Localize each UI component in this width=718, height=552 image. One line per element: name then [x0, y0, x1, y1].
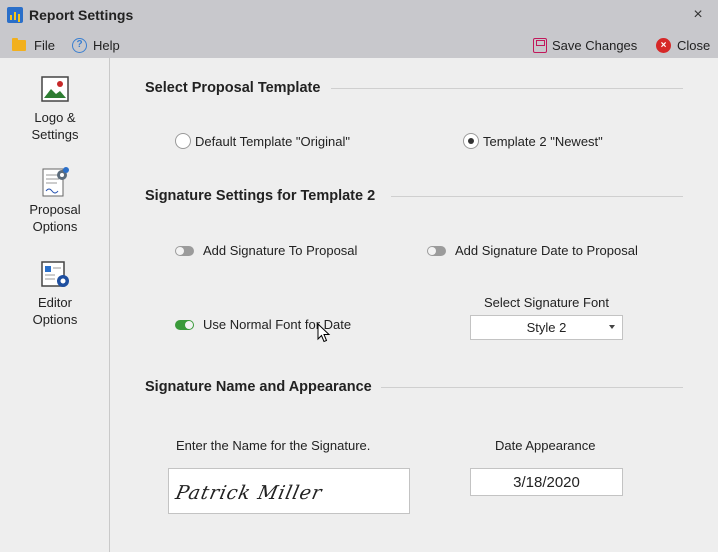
signature-font-select[interactable]: Style 2 [470, 315, 623, 340]
toggle-label: Add Signature Date to Proposal [455, 243, 638, 258]
sidebar-item-label: Options [32, 219, 78, 234]
signature-preview: Patrick Miller [173, 481, 326, 504]
window-title: Report Settings [29, 7, 134, 23]
sidebar: Logo & Settings Proposal Options Editor … [0, 58, 110, 552]
close-icon: × [656, 37, 671, 53]
folder-icon [12, 37, 26, 51]
sidebar-item-editor-options[interactable]: Editor Options [0, 258, 110, 330]
date-appearance-value: 3/18/2020 [513, 473, 580, 491]
close-label: Close [677, 37, 711, 53]
toggle-switch[interactable] [175, 245, 194, 256]
signature-name-caption: Enter the Name for the Signature. [176, 438, 371, 453]
sidebar-item-label: Logo & [34, 110, 76, 125]
toggle-label: Use Normal Font for Date [203, 317, 352, 332]
window-close-button[interactable]: × [688, 4, 708, 26]
section-divider [391, 196, 683, 197]
menu-bar: File ? Help Save Changes × Close [0, 31, 718, 58]
radio-template-2[interactable]: Template 2 "Newest" [463, 133, 603, 149]
section-title-signature-settings: Signature Settings for Template 2 [145, 188, 376, 204]
document-gear-icon [42, 167, 69, 197]
toggle-add-signature[interactable]: Add Signature To Proposal [175, 243, 357, 258]
section-divider [381, 387, 683, 388]
save-icon [533, 37, 547, 53]
toggle-label: Add Signature To Proposal [203, 243, 358, 258]
file-menu[interactable]: File [12, 36, 55, 54]
signature-name-input[interactable]: Patrick Miller [168, 468, 410, 514]
date-appearance-input[interactable]: 3/18/2020 [470, 468, 623, 496]
help-menu-label: Help [93, 37, 120, 53]
help-icon: ? [72, 37, 87, 53]
signature-font-value: Style 2 [526, 320, 567, 335]
section-title-name-appearance: Signature Name and Appearance [145, 379, 372, 395]
toggle-add-signature-date[interactable]: Add Signature Date to Proposal [427, 243, 638, 258]
save-changes-label: Save Changes [552, 37, 638, 53]
signature-text: Patrick Miller [173, 481, 326, 504]
sidebar-item-label: Settings [31, 127, 79, 142]
radio-label: Template 2 "Newest" [483, 133, 603, 149]
section-title-template: Select Proposal Template [145, 80, 321, 96]
chevron-down-icon [609, 325, 615, 329]
toggle-normal-font-date[interactable]: Use Normal Font for Date [175, 317, 351, 332]
toggle-switch[interactable] [175, 319, 194, 330]
radio-button[interactable] [463, 133, 479, 149]
editor-gear-icon [41, 261, 69, 287]
radio-label: Default Template "Original" [195, 133, 350, 149]
sidebar-item-label: Proposal [29, 202, 81, 217]
close-button[interactable]: × Close [656, 36, 710, 54]
save-changes-button[interactable]: Save Changes [533, 36, 637, 54]
sidebar-item-proposal-options[interactable]: Proposal Options [0, 166, 110, 238]
section-divider [331, 88, 683, 89]
image-icon [41, 76, 69, 102]
radio-default-template[interactable]: Default Template "Original" [175, 133, 350, 149]
help-menu[interactable]: ? Help [72, 36, 120, 54]
file-menu-label: File [34, 37, 55, 53]
font-select-caption: Select Signature Font [484, 295, 610, 310]
app-icon [7, 7, 23, 23]
date-appearance-caption: Date Appearance [495, 438, 596, 453]
sidebar-item-logo-settings[interactable]: Logo & Settings [0, 74, 110, 146]
radio-button[interactable] [175, 133, 191, 149]
sidebar-item-label: Options [32, 312, 78, 327]
sidebar-item-label: Editor [38, 295, 72, 310]
title-bar: Report Settings × [0, 0, 718, 31]
toggle-switch[interactable] [427, 245, 446, 256]
